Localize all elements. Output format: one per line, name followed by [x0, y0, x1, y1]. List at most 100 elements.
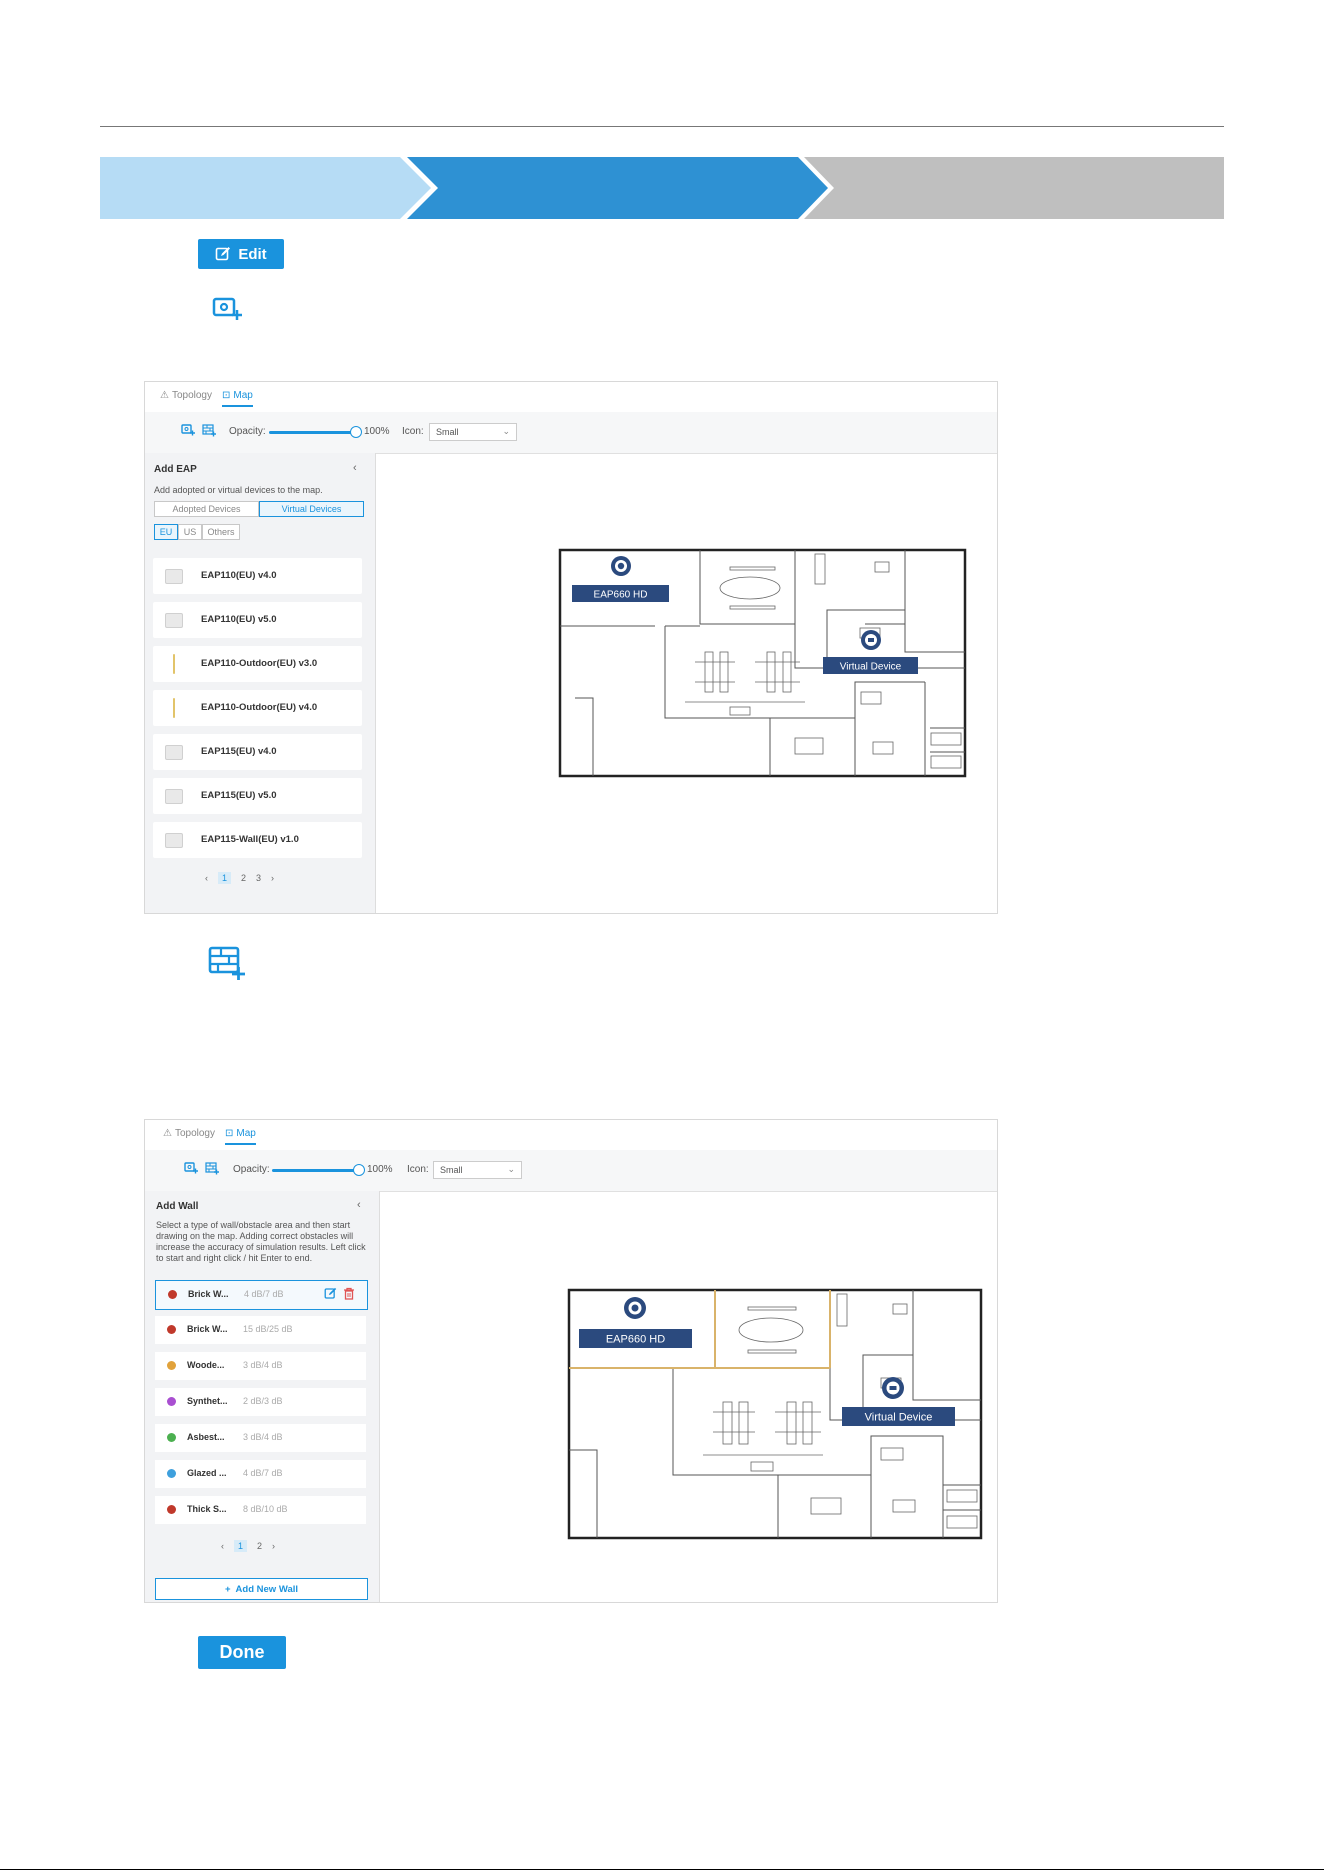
- wall-type-item[interactable]: Brick W... 4 dB/7 dB: [155, 1280, 368, 1310]
- device-pagination: ‹ 1 2 3 ›: [205, 872, 274, 884]
- tab-map[interactable]: ⊡ Map: [222, 390, 253, 407]
- add-wall-icon[interactable]: [205, 1162, 219, 1175]
- device-list-item[interactable]: EAP110-Outdoor(EU) v4.0: [153, 690, 362, 726]
- region-others[interactable]: Others: [202, 524, 240, 540]
- device-list-item[interactable]: EAP110-Outdoor(EU) v3.0: [153, 646, 362, 682]
- icon-size-label: Icon:: [407, 1164, 429, 1175]
- device-list-item[interactable]: EAP110(EU) v4.0: [153, 558, 362, 594]
- wall-type-item[interactable]: Glazed ... 4 dB/7 dB: [155, 1460, 366, 1488]
- page-button[interactable]: 3: [256, 873, 261, 883]
- device-list-item[interactable]: EAP115(EU) v4.0: [153, 734, 362, 770]
- device-thumbnail: [173, 698, 175, 718]
- edit-button[interactable]: Edit: [198, 239, 284, 269]
- wall-color-dot: [167, 1325, 176, 1334]
- add-device-icon[interactable]: [181, 424, 195, 437]
- topology-icon: ⚠: [163, 1128, 172, 1139]
- tab-virtual-devices[interactable]: Virtual Devices: [259, 501, 364, 517]
- device-thumbnail: [165, 569, 183, 584]
- collapse-panel-button[interactable]: ‹: [357, 1199, 361, 1211]
- device-list-item[interactable]: EAP115-Wall(EU) v1.0: [153, 822, 362, 858]
- region-toggle: EU US Others: [154, 524, 240, 540]
- collapse-panel-button[interactable]: ‹: [353, 462, 357, 474]
- add-new-wall-button[interactable]: + Add New Wall: [155, 1578, 368, 1600]
- region-eu[interactable]: EU: [154, 524, 178, 540]
- map-toolbar: Opacity: 100% Icon: Small ⌄: [145, 1150, 997, 1192]
- topology-icon: ⚠: [160, 390, 169, 401]
- add-eap-panel: Add EAP ‹ Add adopted or virtual devices…: [145, 453, 376, 913]
- tab-topology[interactable]: ⚠ Topology: [160, 390, 212, 401]
- next-page-button[interactable]: ›: [271, 873, 274, 883]
- device-thumbnail: [165, 613, 183, 628]
- tab-map[interactable]: ⊡ Map: [225, 1128, 256, 1145]
- opacity-value: 100%: [364, 426, 390, 437]
- wall-color-dot: [168, 1290, 177, 1299]
- panel-title: Add EAP: [154, 464, 197, 475]
- wall-color-dot: [167, 1361, 176, 1370]
- eap660-hd-marker[interactable]: EAP660 HD: [572, 556, 669, 602]
- device-thumbnail: [173, 654, 175, 674]
- edit-icon[interactable]: [324, 1287, 337, 1300]
- chevron-down-icon: ⌄: [502, 426, 510, 436]
- wall-type-item[interactable]: Brick W... 15 dB/25 dB: [155, 1316, 366, 1344]
- wall-type-item[interactable]: Woode... 3 dB/4 dB: [155, 1352, 366, 1380]
- opacity-slider-handle[interactable]: [350, 426, 362, 438]
- edit-button-label: Edit: [238, 245, 267, 263]
- virtual-device-marker[interactable]: Virtual Device: [842, 1377, 955, 1426]
- virtual-device-label: Virtual Device: [865, 1412, 933, 1424]
- add-device-icon[interactable]: [184, 1162, 198, 1175]
- prev-page-button[interactable]: ‹: [205, 873, 208, 883]
- device-thumbnail: [165, 789, 183, 804]
- wall-color-dot: [167, 1505, 176, 1514]
- panel-description: Add adopted or virtual devices to the ma…: [154, 485, 323, 495]
- page-button[interactable]: 1: [234, 1540, 248, 1552]
- map-screenshot-add-eap: ⚠ Topology ⊡ Map Opacity: 100% Icon: Small…: [144, 381, 998, 914]
- icon-size-select[interactable]: Small ⌄: [429, 423, 517, 441]
- virtual-device-marker[interactable]: Virtual Device: [823, 630, 918, 674]
- page-button[interactable]: 2: [257, 1541, 262, 1551]
- view-tabs: ⚠ Topology ⊡ Map: [145, 382, 997, 413]
- opacity-slider-track[interactable]: [269, 431, 353, 434]
- tab-adopted-devices[interactable]: Adopted Devices: [154, 501, 259, 517]
- plus-icon: +: [224, 1583, 231, 1595]
- page-button[interactable]: 2: [241, 873, 246, 883]
- panel-title: Add Wall: [156, 1201, 199, 1212]
- add-wall-icon: [208, 946, 245, 980]
- header-divider: [100, 126, 1224, 127]
- device-list-item[interactable]: EAP110(EU) v5.0: [153, 602, 362, 638]
- opacity-label: Opacity:: [233, 1164, 270, 1175]
- chevron-down-icon: ⌄: [507, 1164, 515, 1174]
- delete-icon[interactable]: [343, 1287, 355, 1300]
- wall-color-dot: [167, 1433, 176, 1442]
- device-thumbnail: [165, 833, 183, 848]
- footer-divider: [0, 1869, 1324, 1870]
- step-upcoming: [804, 157, 1224, 219]
- map-toolbar: Opacity: 100% Icon: Small ⌄: [145, 412, 997, 454]
- done-button-label: Done: [219, 1642, 265, 1662]
- device-list-item[interactable]: EAP115(EU) v5.0: [153, 778, 362, 814]
- step-completed: [100, 157, 431, 219]
- wall-type-item[interactable]: Synthet... 2 dB/3 dB: [155, 1388, 366, 1416]
- next-page-button[interactable]: ›: [272, 1541, 275, 1551]
- device-source-toggle: Adopted Devices Virtual Devices: [154, 501, 364, 517]
- prev-page-button[interactable]: ‹: [221, 1541, 224, 1551]
- add-device-icon: [212, 297, 242, 320]
- icon-size-select[interactable]: Small ⌄: [433, 1161, 522, 1179]
- opacity-slider-handle[interactable]: [353, 1164, 365, 1176]
- floor-plan: EAP660 HD Virtual Device: [567, 1288, 983, 1540]
- region-us[interactable]: US: [178, 524, 202, 540]
- page-button[interactable]: 1: [218, 872, 232, 884]
- wall-type-item[interactable]: Asbest... 3 dB/4 dB: [155, 1424, 366, 1452]
- tab-topology[interactable]: ⚠ Topology: [163, 1128, 215, 1139]
- eap660-hd-marker[interactable]: EAP660 HD: [579, 1297, 692, 1348]
- wall-color-dot: [167, 1469, 176, 1478]
- wall-type-item[interactable]: Thick S... 8 dB/10 dB: [155, 1496, 366, 1524]
- opacity-value: 100%: [367, 1164, 393, 1175]
- opacity-slider-track[interactable]: [272, 1169, 356, 1172]
- edit-icon: [216, 247, 231, 261]
- add-wall-icon[interactable]: [202, 424, 216, 437]
- wall-color-dot: [167, 1397, 176, 1406]
- done-button[interactable]: Done: [198, 1636, 286, 1669]
- panel-description: Select a type of wall/obstacle area and …: [156, 1220, 366, 1263]
- add-wall-panel: Add Wall ‹ Select a type of wall/obstacl…: [145, 1191, 380, 1602]
- map-icon: ⊡: [225, 1128, 234, 1139]
